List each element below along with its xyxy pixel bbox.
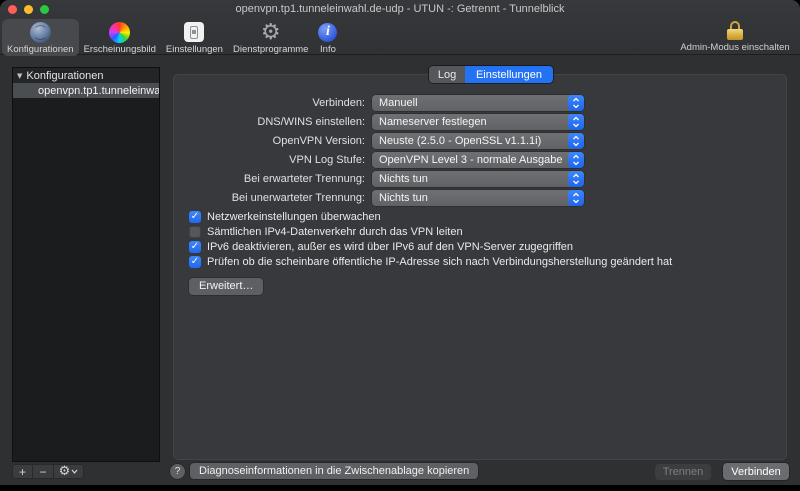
popup-chevrons-icon bbox=[568, 133, 584, 149]
window-chrome: openvpn.tp1.tunneleinwahl.de-udp - UTUN … bbox=[0, 0, 800, 55]
popup-value: OpenVPN Level 3 - normale Ausgabe bbox=[372, 154, 568, 166]
popup-chevrons-icon bbox=[568, 190, 584, 206]
checkbox-label: IPv6 deaktivieren, außer es wird über IP… bbox=[207, 241, 573, 253]
popup-value: Nameserver festlegen bbox=[372, 116, 568, 128]
form-row: OpenVPN Version: Neuste (2.5.0 - OpenSSL… bbox=[173, 133, 787, 149]
chevron-down-icon bbox=[71, 469, 78, 474]
configurations-group-label: Konfigurationen bbox=[26, 70, 103, 82]
form-row: Verbinden: Manuell bbox=[173, 95, 787, 111]
minus-icon: − bbox=[39, 465, 46, 479]
toolbar-item-info[interactable]: i Info bbox=[313, 19, 342, 56]
checkbox-label: Netzwerkeinstellungen überwachen bbox=[207, 211, 381, 223]
checkbox-row: ✓ Netzwerkeinstellungen überwachen bbox=[189, 211, 787, 223]
popup-value: Nichts tun bbox=[372, 192, 568, 204]
field-label: Verbinden: bbox=[173, 97, 365, 109]
form-row: Bei unerwarteter Trennung: Nichts tun bbox=[173, 190, 787, 206]
log-settings-tabs: Log Einstellungen bbox=[428, 65, 554, 84]
configuration-list-item[interactable]: openvpn.tp1.tunneleinwahl.... bbox=[13, 83, 159, 98]
dns-wins-popup[interactable]: Nameserver festlegen bbox=[372, 114, 584, 130]
popup-chevrons-icon bbox=[568, 95, 584, 111]
disable-ipv6-checkbox[interactable]: ✓ bbox=[189, 241, 201, 253]
admin-mode-toggle[interactable]: Admin-Modus einschalten bbox=[676, 21, 794, 53]
route-all-ipv4-checkbox[interactable] bbox=[189, 226, 201, 238]
field-label: Bei erwarteter Trennung: bbox=[173, 173, 365, 185]
form-row: Bei erwarteter Trennung: Nichts tun bbox=[173, 171, 787, 187]
form-row: VPN Log Stufe: OpenVPN Level 3 - normale… bbox=[173, 152, 787, 168]
checkmark-icon: ✓ bbox=[191, 212, 199, 222]
popup-value: Nichts tun bbox=[372, 173, 568, 185]
disclosure-triangle-icon: ▼ bbox=[17, 72, 22, 80]
toolbar-item-konfigurationen[interactable]: Konfigurationen bbox=[2, 19, 79, 56]
toolbar-item-label: Dienstprogramme bbox=[233, 44, 309, 55]
vpn-log-level-popup[interactable]: OpenVPN Level 3 - normale Ausgabe bbox=[372, 152, 584, 168]
checkbox-label: Prüfen ob die scheinbare öffentliche IP-… bbox=[207, 256, 672, 268]
admin-mode-label: Admin-Modus einschalten bbox=[680, 42, 789, 53]
tab-einstellungen[interactable]: Einstellungen bbox=[465, 66, 553, 83]
toolbar-item-label: Info bbox=[320, 44, 336, 55]
disconnect-button[interactable]: Trennen bbox=[655, 464, 711, 480]
preferences-panel-icon bbox=[184, 22, 204, 42]
openvpn-version-popup[interactable]: Neuste (2.5.0 - OpenSSL v1.1.1i) bbox=[372, 133, 584, 149]
check-public-ip-checkbox[interactable]: ✓ bbox=[189, 256, 201, 268]
copy-diagnostics-button[interactable]: Diagnoseinformationen in die Zwischenabl… bbox=[190, 463, 478, 479]
connect-button[interactable]: Verbinden bbox=[723, 463, 789, 480]
checkbox-row: ✓ IPv6 deaktivieren, außer es wird über … bbox=[189, 241, 787, 253]
color-wheel-icon bbox=[109, 22, 130, 43]
plus-icon: + bbox=[19, 465, 26, 479]
toolbar-item-einstellungen[interactable]: Einstellungen bbox=[161, 19, 228, 56]
popup-chevrons-icon bbox=[568, 152, 584, 168]
tunnelblick-window: openvpn.tp1.tunneleinwahl.de-udp - UTUN … bbox=[0, 0, 800, 485]
toolbar-item-label: Konfigurationen bbox=[7, 44, 74, 55]
window-title: openvpn.tp1.tunneleinwahl.de-udp - UTUN … bbox=[0, 3, 800, 15]
unexpected-disconnect-popup[interactable]: Nichts tun bbox=[372, 190, 584, 206]
field-label: OpenVPN Version: bbox=[173, 135, 365, 147]
info-icon: i bbox=[318, 23, 337, 42]
configuration-gear-menu-button[interactable]: ⚙ bbox=[54, 464, 84, 479]
advanced-button[interactable]: Erweitert… bbox=[189, 278, 263, 295]
field-label: DNS/WINS einstellen: bbox=[173, 116, 365, 128]
sidebar-action-buttons: + − ⚙ bbox=[12, 464, 84, 479]
field-label: VPN Log Stufe: bbox=[173, 154, 365, 166]
gear-icon: ⚙ bbox=[59, 465, 71, 478]
toolbar: Konfigurationen Erscheinungsbild Einstel… bbox=[0, 19, 800, 55]
settings-form: Verbinden: Manuell DNS/WINS einstellen: … bbox=[173, 95, 787, 295]
field-label: Bei unerwarteter Trennung: bbox=[173, 192, 365, 204]
configurations-group-header[interactable]: ▼ Konfigurationen bbox=[13, 68, 159, 83]
tab-log[interactable]: Log bbox=[429, 66, 465, 83]
checkbox-row: ✓ Prüfen ob die scheinbare öffentliche I… bbox=[189, 256, 787, 268]
monitor-network-checkbox[interactable]: ✓ bbox=[189, 211, 201, 223]
popup-value: Manuell bbox=[372, 97, 568, 109]
toolbar-item-label: Einstellungen bbox=[166, 44, 223, 55]
add-configuration-button[interactable]: + bbox=[12, 464, 33, 479]
gear-icon: ⚙ bbox=[261, 22, 281, 43]
checkmark-icon: ✓ bbox=[191, 242, 199, 252]
expected-disconnect-popup[interactable]: Nichts tun bbox=[372, 171, 584, 187]
checkmark-icon: ✓ bbox=[191, 257, 199, 267]
form-row: DNS/WINS einstellen: Nameserver festlege… bbox=[173, 114, 787, 130]
checkbox-row: Sämtlichen IPv4-Datenverkehr durch das V… bbox=[189, 226, 787, 238]
popup-chevrons-icon bbox=[568, 114, 584, 130]
help-button[interactable]: ? bbox=[170, 464, 185, 479]
popup-value: Neuste (2.5.0 - OpenSSL v1.1.1i) bbox=[372, 135, 568, 147]
checkbox-label: Sämtlichen IPv4-Datenverkehr durch das V… bbox=[207, 226, 463, 238]
configuration-name: openvpn.tp1.tunneleinwahl.... bbox=[38, 85, 159, 97]
toolbar-item-erscheinungsbild[interactable]: Erscheinungsbild bbox=[79, 19, 161, 56]
lock-icon bbox=[727, 21, 743, 40]
verbinden-popup[interactable]: Manuell bbox=[372, 95, 584, 111]
toolbar-item-label: Erscheinungsbild bbox=[84, 44, 156, 55]
globe-icon bbox=[30, 22, 51, 43]
toolbar-item-dienstprogramme[interactable]: ⚙ Dienstprogramme bbox=[228, 19, 314, 56]
popup-chevrons-icon bbox=[568, 171, 584, 187]
checkbox-group: ✓ Netzwerkeinstellungen überwachen Sämtl… bbox=[189, 211, 787, 268]
title-bar: openvpn.tp1.tunneleinwahl.de-udp - UTUN … bbox=[0, 0, 800, 19]
remove-configuration-button[interactable]: − bbox=[33, 464, 54, 479]
configurations-list: ▼ Konfigurationen openvpn.tp1.tunneleinw… bbox=[12, 67, 160, 462]
